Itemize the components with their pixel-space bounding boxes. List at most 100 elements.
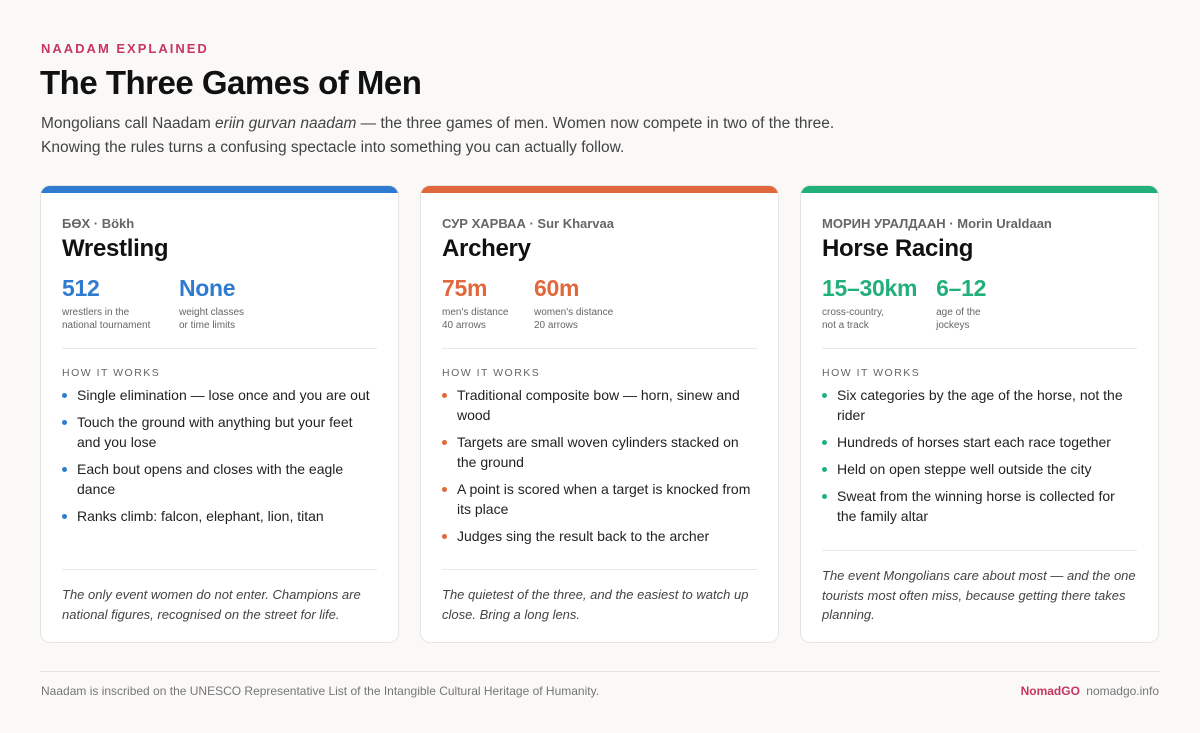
bullet-dot bbox=[62, 467, 67, 472]
stat-value: None bbox=[179, 275, 236, 301]
native-name: МОРИН УРАЛДААН bbox=[822, 216, 946, 231]
section-label: HOW IT WORKS bbox=[822, 367, 921, 379]
stat-label: weight classes or time limits bbox=[179, 307, 245, 331]
note-text: The only event women do not enter. Champ… bbox=[62, 587, 361, 622]
transliteration: Bökh bbox=[101, 216, 135, 231]
list-item: A point is scored when a target is knock… bbox=[442, 479, 757, 519]
stat: None weight classes or time limits bbox=[179, 275, 244, 332]
note-text: The event Mongolians care about most — a… bbox=[822, 568, 1136, 622]
stat-value: 75m bbox=[442, 275, 488, 301]
bullet-dot bbox=[62, 514, 67, 519]
list-item: Single elimination — lose once and you a… bbox=[62, 385, 377, 405]
stats-row: 15–30km cross-country, not a track 6–12 … bbox=[822, 275, 1137, 332]
divider bbox=[62, 348, 377, 349]
footer-brand: NomadGO nomadgo.info bbox=[1021, 684, 1159, 698]
section-label: HOW IT WORKS bbox=[442, 367, 541, 379]
card-note: The only event women do not enter. Champ… bbox=[62, 569, 377, 624]
list-item-text: Six categories by the age of the horse, … bbox=[837, 387, 1123, 423]
stat-label: wrestlers in the national tournament bbox=[62, 307, 151, 331]
bullet-dot bbox=[62, 393, 67, 398]
list-item: Hundreds of horses start each race toget… bbox=[822, 432, 1137, 452]
divider bbox=[442, 569, 757, 570]
stat-label: age of the jockeys bbox=[936, 307, 981, 331]
card-note: The event Mongolians care about most — a… bbox=[822, 550, 1137, 625]
transliteration: Morin Uraldaan bbox=[957, 216, 1052, 231]
footer-divider bbox=[40, 671, 1160, 672]
brand-name: NomadGO bbox=[1020, 684, 1080, 698]
list-item: Touch the ground with anything but your … bbox=[62, 412, 377, 452]
divider bbox=[822, 348, 1137, 349]
stat-value: 6–12 bbox=[936, 275, 987, 301]
bullet-dot bbox=[62, 420, 67, 425]
card-title: Horse Racing bbox=[822, 235, 974, 262]
rules-list: Six categories by the age of the horse, … bbox=[822, 385, 1137, 526]
eyebrow-label: NAADAM EXPLAINED bbox=[41, 41, 209, 56]
bullet-dot bbox=[442, 534, 447, 539]
card-horse-racing: МОРИН УРАЛДААН · Morin Uraldaan Horse Ra… bbox=[800, 185, 1159, 643]
card-title: Wrestling bbox=[62, 235, 169, 262]
list-item-text: Traditional composite bow — horn, sinew … bbox=[457, 387, 740, 423]
divider bbox=[822, 550, 1137, 551]
bullet-dot bbox=[822, 494, 827, 499]
list-item: Traditional composite bow — horn, sinew … bbox=[442, 385, 757, 425]
divider bbox=[442, 348, 757, 349]
list-item-text: Hundreds of horses start each race toget… bbox=[837, 434, 1111, 450]
stats-row: 75m men's distance 40 arrows 60m women's… bbox=[442, 275, 757, 332]
note-text: The quietest of the three, and the easie… bbox=[442, 587, 749, 622]
bullet-dot bbox=[822, 467, 827, 472]
intro-line-2: Knowing the rules turns a confusing spec… bbox=[41, 139, 625, 156]
list-item-text: Ranks climb: falcon, elephant, lion, tit… bbox=[77, 508, 324, 524]
footer-text: Naadam is inscribed on the UNESCO Repres… bbox=[41, 684, 600, 698]
bullet-dot bbox=[442, 487, 447, 492]
bullet-dot bbox=[822, 393, 827, 398]
list-item: Targets are small woven cylinders stacke… bbox=[442, 432, 757, 472]
list-item-text: Targets are small woven cylinders stacke… bbox=[457, 434, 739, 470]
stat-label: cross-country, not a track bbox=[822, 307, 885, 331]
list-item: Held on open steppe well outside the cit… bbox=[822, 459, 1137, 479]
card-accent-bar bbox=[421, 186, 778, 193]
list-item: Six categories by the age of the horse, … bbox=[822, 385, 1137, 425]
list-item-text: A point is scored when a target is knock… bbox=[457, 481, 751, 517]
card-note: The quietest of the three, and the easie… bbox=[442, 569, 757, 624]
native-name: СУР ХАРВАА bbox=[442, 216, 526, 231]
section-label: HOW IT WORKS bbox=[62, 367, 161, 379]
intro-text-part: Mongolians call Naadam bbox=[41, 115, 216, 132]
stat: 6–12 age of the jockeys bbox=[936, 275, 986, 332]
list-item: Judges sing the result back to the arche… bbox=[442, 526, 757, 546]
list-item: Ranks climb: falcon, elephant, lion, tit… bbox=[62, 506, 377, 526]
list-item: Sweat from the winning horse is collecte… bbox=[822, 486, 1137, 526]
page-title: The Three Games of Men bbox=[40, 64, 422, 101]
stat-value: 512 bbox=[62, 275, 100, 301]
bullet-dot bbox=[442, 440, 447, 445]
list-item-text: Each bout opens and closes with the eagl… bbox=[77, 461, 344, 497]
card-native-name: БӨХ · Bökh bbox=[62, 216, 135, 231]
bullet-dot bbox=[822, 440, 827, 445]
card-title: Archery bbox=[442, 235, 531, 262]
stats-row: 512 wrestlers in the national tournament… bbox=[62, 275, 377, 332]
stat: 75m men's distance 40 arrows bbox=[442, 275, 515, 332]
rules-list: Traditional composite bow — horn, sinew … bbox=[442, 385, 757, 546]
native-name: БӨХ bbox=[62, 216, 91, 231]
stat-value: 60m bbox=[534, 275, 580, 301]
list-item-text: Held on open steppe well outside the cit… bbox=[837, 461, 1092, 477]
stat: 60m women's distance 20 arrows bbox=[534, 275, 613, 332]
card-native-name: МОРИН УРАЛДААН · Morin Uraldaan bbox=[822, 216, 1052, 231]
intro-emphasis: eriin gurvan naadam bbox=[215, 115, 357, 132]
stat-label: men's distance 40 arrows bbox=[442, 307, 509, 331]
transliteration: Sur Kharvaa bbox=[537, 216, 614, 231]
card-accent-bar bbox=[41, 186, 398, 193]
divider bbox=[62, 569, 377, 570]
card-archery: СУР ХАРВАА · Sur Kharvaa Archery 75m men… bbox=[420, 185, 779, 643]
stat-label: women's distance 20 arrows bbox=[534, 307, 614, 331]
card-wrestling: БӨХ · Bökh Wrestling 512 wrestlers in th… bbox=[40, 185, 399, 643]
site-link[interactable]: nomadgo.info bbox=[1086, 684, 1159, 698]
list-item-text: Touch the ground with anything but your … bbox=[77, 414, 353, 450]
intro-text: Mongolians call Naadam eriin gurvan naad… bbox=[41, 112, 901, 160]
stat: 15–30km cross-country, not a track bbox=[822, 275, 917, 332]
list-item-text: Sweat from the winning horse is collecte… bbox=[837, 488, 1115, 524]
list-item-text: Judges sing the result back to the arche… bbox=[457, 528, 710, 544]
bullet-dot bbox=[442, 393, 447, 398]
intro-text-part: — the three games of men. Women now comp… bbox=[356, 115, 835, 132]
rules-list: Single elimination — lose once and you a… bbox=[62, 385, 377, 526]
list-item: Each bout opens and closes with the eagl… bbox=[62, 459, 377, 499]
